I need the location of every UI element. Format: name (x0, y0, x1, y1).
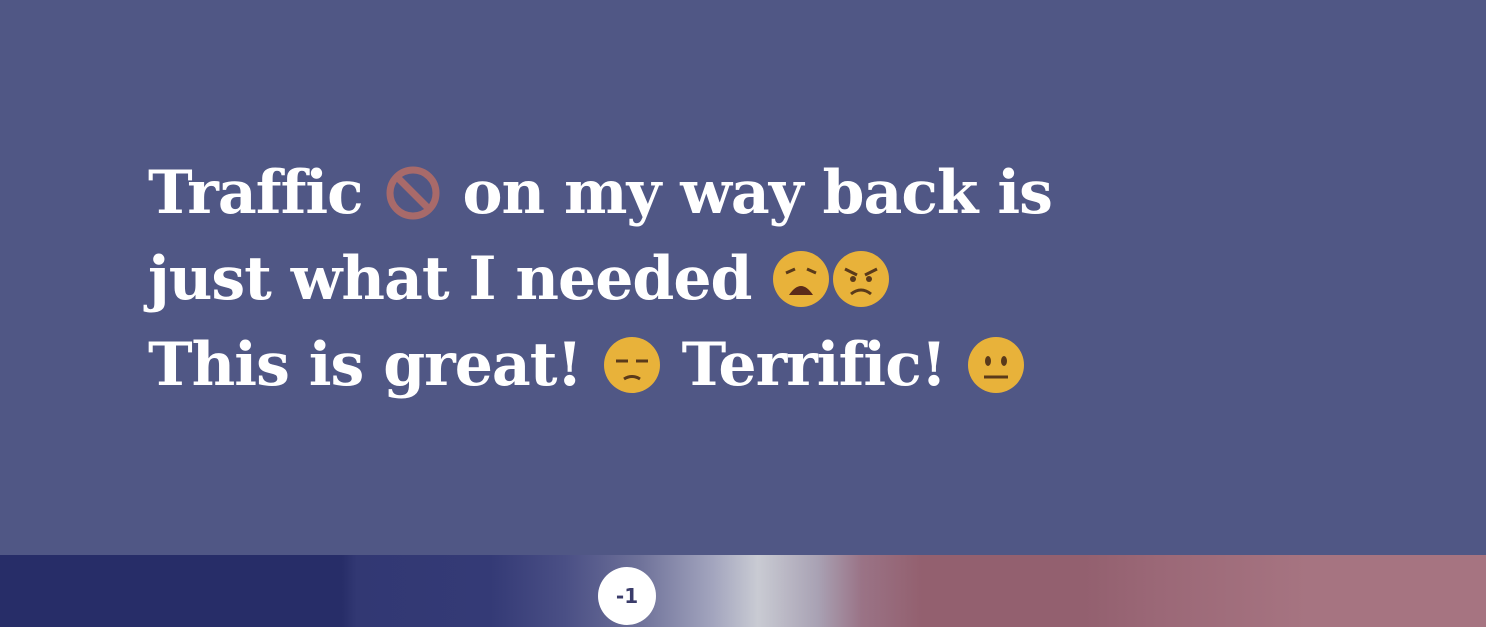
text-segment: Traffic (148, 158, 383, 228)
message-text: Traffic on my way back is just what I ne… (148, 150, 1053, 408)
message-line-2: just what I needed (148, 236, 1052, 322)
text-segment: Terrific! (661, 330, 966, 400)
text-segment: This is great! (148, 330, 602, 400)
text-segment: just what I needed (148, 244, 772, 314)
text-segment: on my way back is (442, 158, 1052, 228)
sentiment-score-marker[interactable]: -1 (598, 567, 656, 625)
weary-face-icon (771, 249, 831, 309)
neutral-face-icon (966, 335, 1026, 395)
sentiment-scale-bar (0, 555, 1486, 627)
no-entry-sign-icon (383, 163, 443, 223)
message-line-3: This is great! Terrific! (148, 322, 1052, 408)
angry-face-icon (831, 249, 891, 309)
unamused-face-icon (602, 335, 662, 395)
sentiment-score-label: -1 (615, 584, 639, 608)
message-line-1: Traffic on my way back is (148, 150, 1053, 236)
